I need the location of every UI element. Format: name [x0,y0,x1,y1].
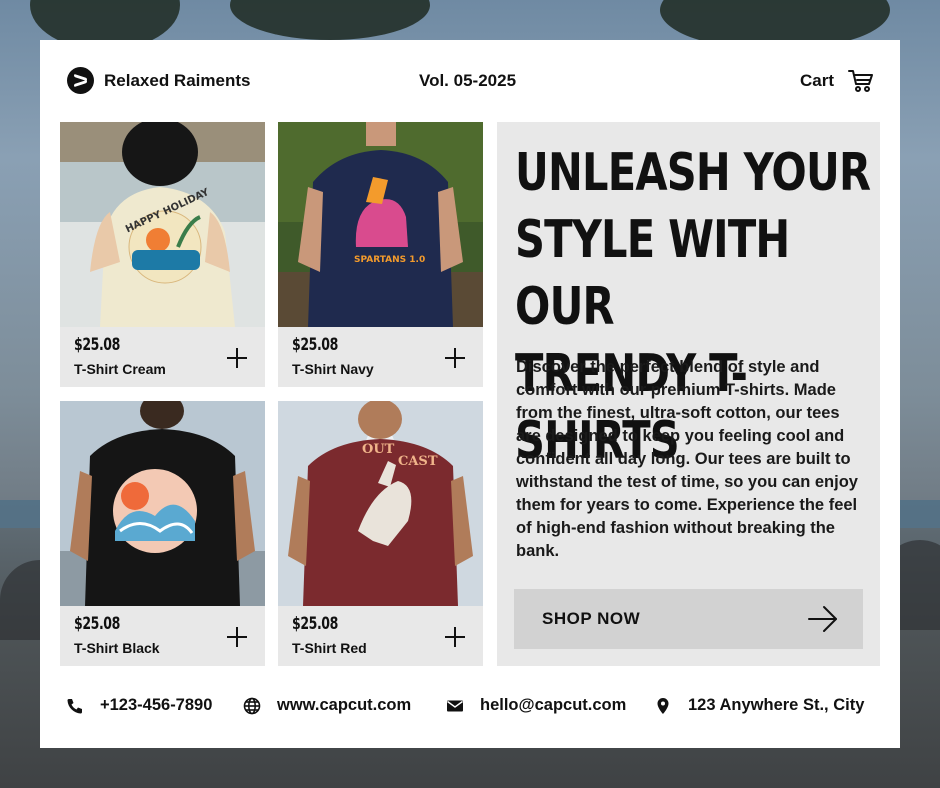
shop-now-label: SHOP NOW [542,609,641,628]
product-info: $25.08 T-Shirt Red [278,606,483,666]
product-price: $25.08 [292,614,338,634]
header: Relaxed Raiments Vol. 05-2025 Cart [40,40,900,122]
product-name: T-Shirt Black [74,640,160,656]
svg-text:OUT: OUT [362,442,395,457]
arrow-right-icon [808,606,837,632]
brand[interactable]: Relaxed Raiments [67,67,250,94]
product-price: $25.08 [74,614,120,634]
website-contact[interactable]: www.capcut.com [243,696,411,715]
headline-line: STYLE WITH OUR [515,210,790,337]
phone-icon [67,698,82,713]
product-info: $25.08 T-Shirt Cream [60,327,265,387]
add-to-cart-plus-icon[interactable] [445,626,467,648]
brand-logo-icon [67,67,94,94]
product-photo[interactable]: SPARTANS 1.0 [278,122,483,327]
street-address: 123 Anywhere St., City [688,696,865,714]
product-card[interactable]: $25.08 T-Shirt Black [60,401,265,666]
phone-contact[interactable]: +123-456-7890 [66,696,212,715]
product-photo[interactable]: HAPPY HOLIDAY [60,122,265,327]
headline-line: UNLEASH YOUR [515,143,871,203]
add-to-cart-plus-icon[interactable] [227,626,249,648]
shop-now-button[interactable]: SHOP NOW [514,589,863,649]
website-url: www.capcut.com [277,696,412,714]
svg-text:SPARTANS 1.0: SPARTANS 1.0 [354,255,425,265]
product-name: T-Shirt Cream [74,361,166,377]
mail-icon [447,700,463,711]
product-name: T-Shirt Navy [292,361,374,377]
cart-label: Cart [799,71,834,90]
globe-icon [243,697,261,714]
volume-label: Vol. 05-2025 [419,71,517,90]
promo-panel: UNLEASH YOUR STYLE WITH OUR TRENDY T-SHI… [497,122,880,666]
phone-number: +123-456-7890 [100,696,213,714]
svg-text:CAST: CAST [398,454,438,469]
add-to-cart-plus-icon[interactable] [445,347,467,369]
product-info: $25.08 T-Shirt Navy [278,327,483,387]
address-contact[interactable]: 123 Anywhere St., City [654,696,864,715]
email-contact[interactable]: hello@capcut.com [446,696,626,715]
flyer-card: Relaxed Raiments Vol. 05-2025 Cart HAPPY… [40,40,900,748]
product-name: T-Shirt Red [292,640,367,656]
location-pin-icon [657,697,669,714]
product-card[interactable]: OUT CAST $25.08 T-Shirt Red [278,401,483,666]
product-info: $25.08 T-Shirt Black [60,606,265,666]
cart-icon [848,70,873,92]
email-address: hello@capcut.com [480,696,627,714]
contact-bar: +123-456-7890 www.capcut.com hello@capcu… [40,688,900,728]
promo-description: Discover the perfect blend of style and … [516,358,858,560]
product-card[interactable]: HAPPY HOLIDAY $25.08 T-Shirt Cream [60,122,265,387]
add-to-cart-plus-icon[interactable] [227,347,249,369]
cart-button[interactable]: Cart [800,68,874,94]
product-card[interactable]: SPARTANS 1.0 $25.08 T-Shirt Navy [278,122,483,387]
product-price: $25.08 [292,335,338,355]
product-photo[interactable]: OUT CAST [278,401,483,606]
brand-name: Relaxed Raiments [104,70,251,90]
product-photo[interactable] [60,401,265,606]
product-price: $25.08 [74,335,120,355]
